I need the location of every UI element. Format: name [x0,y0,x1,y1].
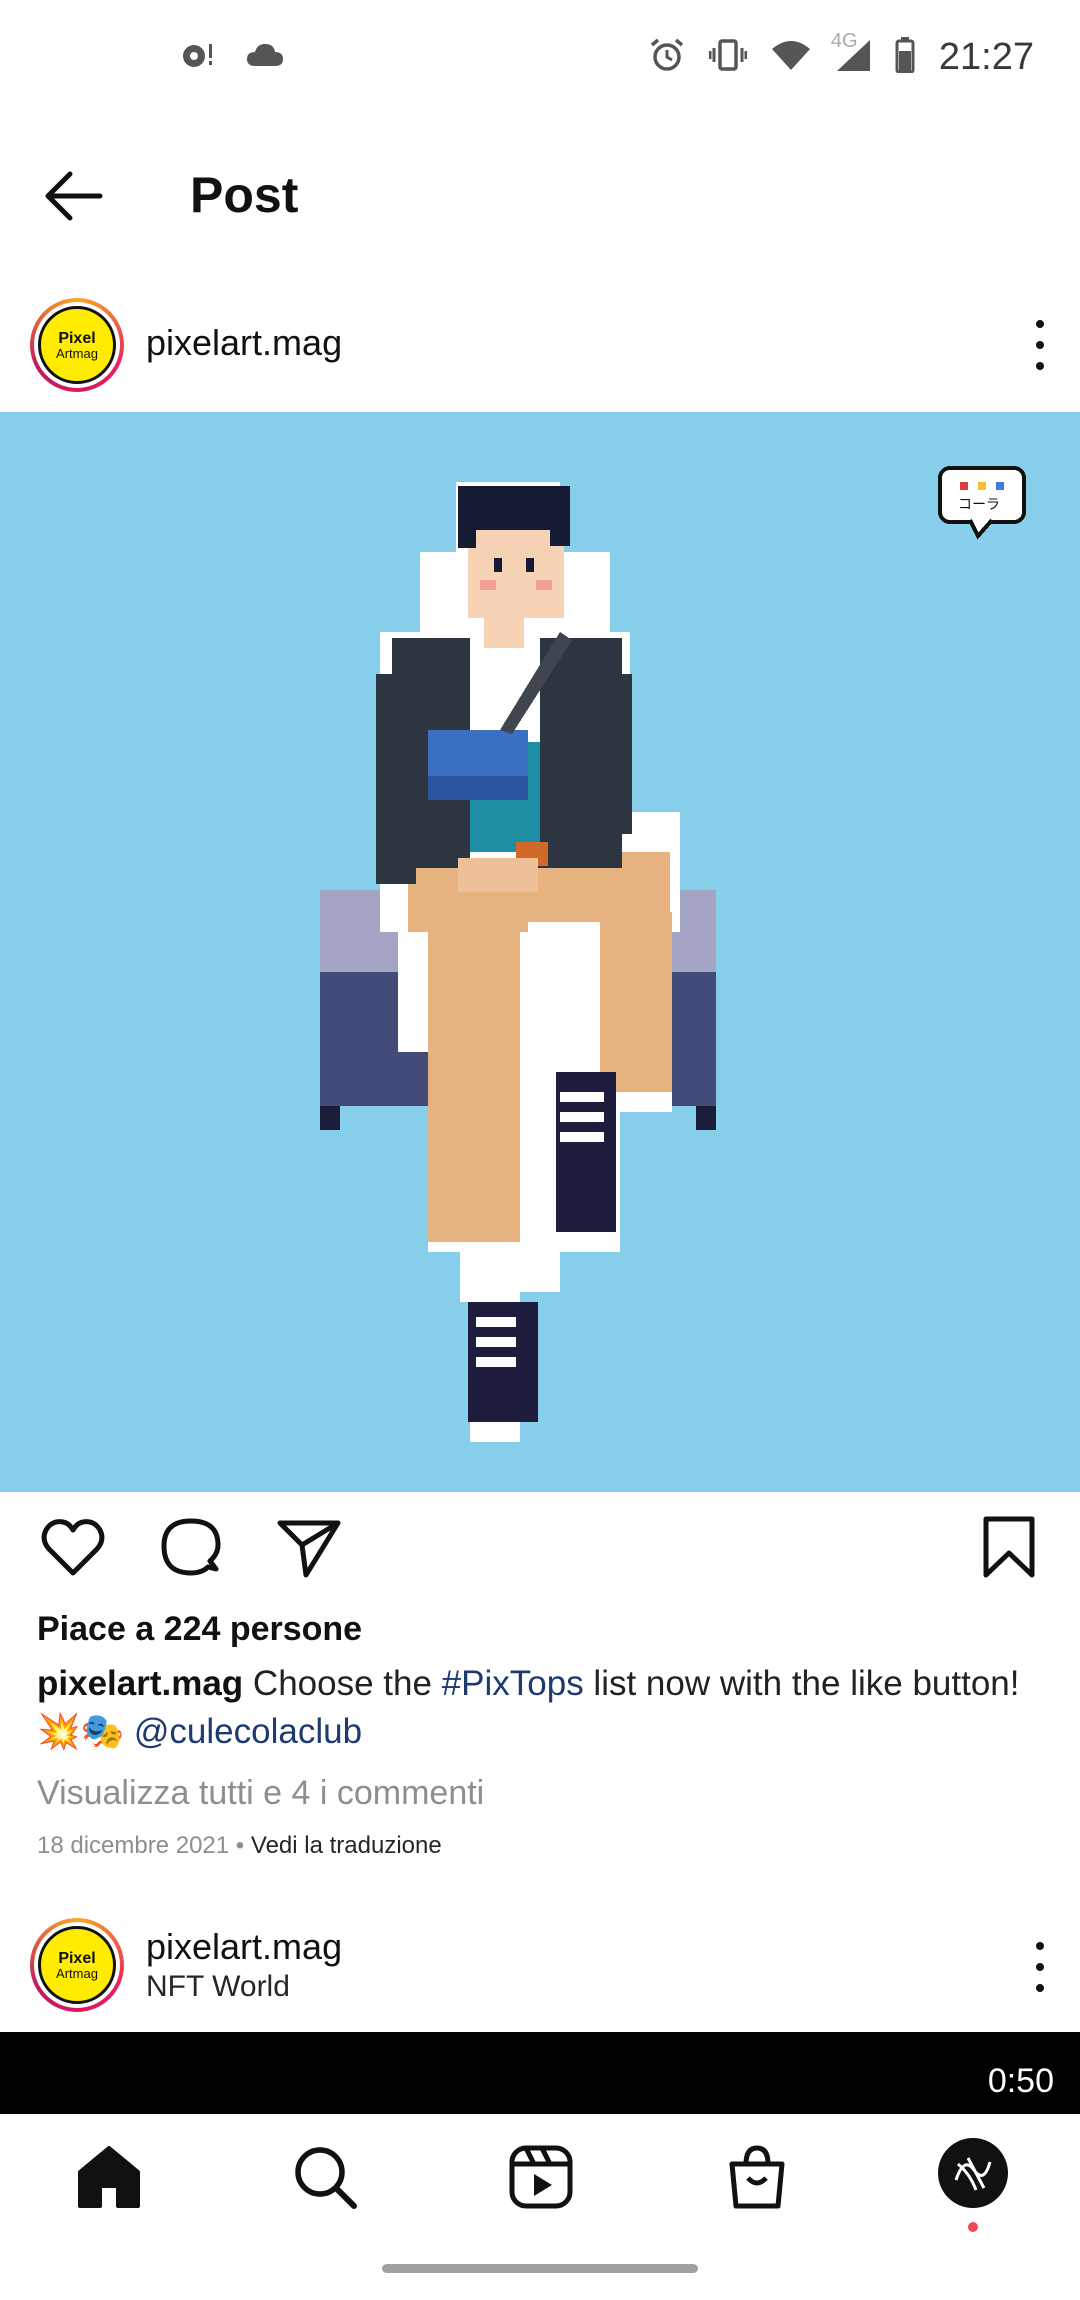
next-post-avatar[interactable]: Pixel Artmag [30,1918,124,2012]
more-dot [1036,1984,1044,1992]
alarm-icon [649,37,685,78]
likes-count[interactable]: Piace a 224 persone [37,1610,362,1649]
post-meta: 18 dicembre 2021 • Vedi la traduzione [37,1832,442,1860]
profile-notification-dot [968,2222,978,2232]
post-header: Pixel Artmag pixelart.mag [0,290,1080,400]
notification-icon [180,40,216,75]
cloud-icon [246,42,284,73]
shop-bag-icon [729,2145,785,2209]
reels-icon [509,2145,573,2209]
post-date: 18 dicembre 2021 [37,1832,230,1859]
next-post-header: Pixel Artmag pixelart.mag NFT World [0,1912,1080,2022]
caption-text: Choose the [243,1664,442,1703]
more-dot [1036,341,1044,349]
status-right-icons: 4G 21:27 [649,30,1034,79]
wifi-icon [771,39,811,76]
caption-hashtag[interactable]: #PixTops [442,1664,584,1703]
avatar-logo-line1: Pixel [58,1949,96,1967]
bottom-navigation [0,2114,1080,2300]
status-time: 21:27 [938,36,1034,78]
caption-username[interactable]: pixelart.mag [37,1664,243,1703]
avatar-logo-line1: Pixel [58,329,96,347]
next-post-location[interactable]: NFT World [146,1970,290,2004]
more-dot [1036,1963,1044,1971]
profile-avatar-icon [954,2157,992,2191]
back-button[interactable] [40,168,110,224]
heart-icon [41,1519,105,1576]
more-options-button[interactable] [1028,320,1052,370]
save-button[interactable] [976,1515,1042,1581]
next-post-username[interactable]: pixelart.mag [146,1926,342,1968]
video-duration: 0:50 [987,2062,1054,2100]
search-icon [295,2147,357,2209]
arrow-left-icon [45,171,103,221]
nav-shop[interactable] [722,2142,792,2212]
avatar-logo-line2: Artmag [56,345,98,361]
next-post-more-button[interactable] [1028,1942,1052,1992]
signal-icon: 4G [831,30,871,77]
status-bar: 4G 21:27 [0,0,1080,120]
gesture-home-indicator[interactable] [382,2264,698,2273]
nav-home[interactable] [74,2142,144,2212]
sticker-label: コーラ [958,497,1000,513]
see-translation-link[interactable]: Vedi la traduzione [251,1832,442,1859]
post-actions [0,1515,1080,1585]
post-avatar[interactable]: Pixel Artmag [30,298,124,392]
comment-bubble-icon [161,1518,221,1576]
page-title: Post [190,167,299,223]
network-type-label: 4G [830,30,858,52]
nav-search[interactable] [290,2142,360,2212]
send-icon [277,1520,341,1578]
bookmark-icon [983,1516,1035,1578]
post-username[interactable]: pixelart.mag [146,322,342,364]
view-all-comments-link[interactable]: Visualizza tutti e 4 i commenti [37,1774,484,1813]
more-dot [1036,362,1044,370]
share-button[interactable] [276,1515,342,1581]
top-app-bar: Post [0,140,1080,250]
status-left-icons [180,40,284,75]
post-image[interactable]: コーラ [0,412,1080,1492]
caption-mention[interactable]: @culecolaclub [134,1712,362,1751]
vibrate-icon [708,39,748,76]
avatar-logo-line2: Artmag [56,1965,98,1981]
more-dot [1036,1942,1044,1950]
next-post-video[interactable]: 0:50 [0,2032,1080,2114]
like-button[interactable] [40,1515,106,1581]
battery-icon [895,37,915,78]
nav-profile[interactable] [938,2138,1008,2208]
home-icon [78,2146,140,2208]
meta-separator: • [229,1832,251,1859]
pixel-art-illustration [320,466,1026,1442]
more-dot [1036,320,1044,328]
nav-reels[interactable] [506,2142,576,2212]
post-caption: pixelart.mag Choose the #PixTops list no… [37,1660,1047,1756]
comment-button[interactable] [158,1515,224,1581]
